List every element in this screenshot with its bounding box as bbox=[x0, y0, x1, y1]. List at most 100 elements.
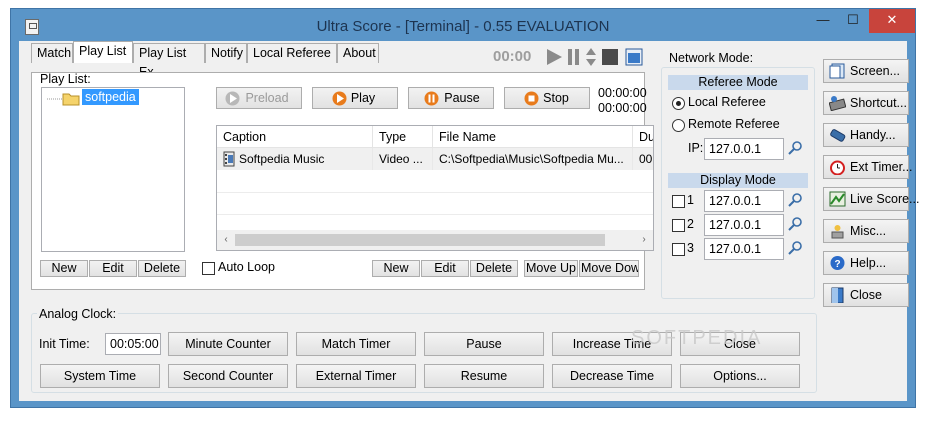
handy-button[interactable]: Handy... bbox=[823, 123, 909, 147]
search-icon[interactable] bbox=[788, 141, 802, 155]
display-2-checkbox[interactable] bbox=[672, 219, 685, 232]
tab-about[interactable]: About bbox=[337, 43, 379, 63]
display-1-ip-field[interactable]: 127.0.0.1 bbox=[704, 190, 784, 212]
display-2-ip-field[interactable]: 127.0.0.1 bbox=[704, 214, 784, 236]
cell-duration[interactable]: 00 bbox=[633, 148, 653, 170]
system-time-button[interactable]: System Time bbox=[40, 364, 160, 388]
stop-button[interactable]: Stop bbox=[504, 87, 590, 109]
live-score-icon bbox=[829, 191, 846, 207]
screen-button[interactable]: Screen... bbox=[823, 59, 909, 83]
close-label: Close bbox=[850, 288, 882, 302]
svg-text:?: ? bbox=[834, 259, 840, 270]
minimize-button[interactable]: — bbox=[809, 9, 837, 33]
live-score-button[interactable]: Live Score... bbox=[823, 187, 919, 211]
tab-play-list[interactable]: Play List bbox=[73, 41, 133, 63]
search-icon[interactable] bbox=[788, 217, 802, 231]
search-icon[interactable] bbox=[788, 241, 802, 255]
tree-edit-button[interactable]: Edit bbox=[89, 260, 137, 277]
cell-caption[interactable]: Softpedia Music bbox=[217, 148, 373, 170]
stop-icon[interactable] bbox=[601, 48, 619, 66]
grid-new-button[interactable]: New bbox=[372, 260, 420, 277]
remote-icon bbox=[830, 129, 846, 142]
pause-icon[interactable] bbox=[567, 48, 581, 66]
display-3-label: 3 bbox=[687, 241, 694, 255]
help-label: Help... bbox=[850, 256, 887, 270]
scroll-thumb[interactable] bbox=[235, 234, 605, 246]
remote-ip-field[interactable]: 127.0.0.1 bbox=[704, 138, 784, 160]
play-icon bbox=[332, 91, 347, 106]
remote-referee-radio[interactable] bbox=[672, 119, 685, 132]
init-time-field[interactable]: 00:05:00 bbox=[105, 333, 161, 355]
misc-button[interactable]: Misc... bbox=[823, 219, 909, 243]
column-caption[interactable]: Caption bbox=[217, 126, 373, 148]
cell-file-name[interactable]: C:\Softpedia\Music\Softpedia Mu... bbox=[433, 148, 633, 170]
remote-referee-label: Remote Referee bbox=[688, 117, 780, 131]
live-score-label: Live Score... bbox=[850, 192, 920, 206]
local-referee-label: Local Referee bbox=[688, 95, 766, 109]
search-icon[interactable] bbox=[788, 193, 802, 207]
time-total: 00:00:00 bbox=[598, 101, 647, 115]
help-button[interactable]: ? Help... bbox=[823, 251, 909, 275]
tab-play-list-ex[interactable]: Play List Ex bbox=[133, 43, 205, 79]
play-list-grid[interactable]: Caption Type File Name Du Softpedia Musi… bbox=[216, 125, 654, 251]
display-1-checkbox[interactable] bbox=[672, 195, 685, 208]
move-down-button[interactable]: Move Down bbox=[579, 260, 639, 277]
horizontal-scrollbar[interactable]: ‹ › bbox=[217, 230, 653, 250]
window-layout-icon[interactable] bbox=[625, 48, 643, 66]
tab-notify[interactable]: Notify bbox=[205, 43, 247, 63]
tab-local-referee[interactable]: Local Referee bbox=[247, 43, 337, 63]
display-mode-header: Display Mode bbox=[668, 173, 808, 188]
tree-item-softpedia[interactable]: softpedia bbox=[82, 89, 139, 105]
cell-type[interactable]: Video ... bbox=[373, 148, 433, 170]
column-duration[interactable]: Du bbox=[633, 126, 653, 148]
client-area: Match Play List Play List Ex Notify Loca… bbox=[19, 41, 919, 401]
pause-clock-button[interactable]: Pause bbox=[424, 332, 544, 356]
decrease-time-button[interactable]: Decrease Time bbox=[552, 364, 672, 388]
misc-label: Misc... bbox=[850, 224, 887, 238]
close-button[interactable]: Close bbox=[823, 283, 909, 307]
scroll-right-icon[interactable]: › bbox=[637, 232, 651, 248]
shortcut-button[interactable]: Shortcut... bbox=[823, 91, 909, 115]
display-3-ip-field[interactable]: 127.0.0.1 bbox=[704, 238, 784, 260]
move-up-button[interactable]: Move Up bbox=[524, 260, 578, 277]
column-file-name[interactable]: File Name bbox=[433, 126, 633, 148]
local-referee-radio[interactable] bbox=[672, 97, 685, 110]
play-list-tree[interactable]: softpedia bbox=[41, 87, 185, 252]
play-label: Play bbox=[350, 91, 376, 105]
options-button[interactable]: Options... bbox=[680, 364, 800, 388]
preload-button[interactable]: Preload bbox=[216, 87, 302, 109]
maximize-button[interactable]: ☐ bbox=[839, 9, 867, 33]
screen-icon bbox=[829, 63, 845, 79]
close-window-button[interactable]: ✕ bbox=[869, 9, 915, 33]
tree-new-button[interactable]: New bbox=[40, 260, 88, 277]
help-icon: ? bbox=[830, 256, 845, 270]
column-type[interactable]: Type bbox=[373, 126, 433, 148]
pause-icon bbox=[424, 91, 439, 106]
auto-loop-checkbox[interactable] bbox=[202, 262, 215, 275]
screen-label: Screen... bbox=[850, 64, 901, 78]
title-bar[interactable]: Ultra Score - [Terminal] - 0.55 EVALUATI… bbox=[11, 9, 915, 41]
pause-button[interactable]: Pause bbox=[408, 87, 494, 109]
auto-loop-label: Auto Loop bbox=[218, 260, 275, 274]
tree-delete-button[interactable]: Delete bbox=[138, 260, 186, 277]
ext-timer-button[interactable]: Ext Timer... bbox=[823, 155, 913, 179]
time-elapsed: 00:00:00 bbox=[598, 86, 647, 100]
row-divider bbox=[217, 192, 653, 193]
minute-counter-button[interactable]: Minute Counter bbox=[168, 332, 288, 356]
display-3-checkbox[interactable] bbox=[672, 243, 685, 256]
referee-mode-header: Referee Mode bbox=[668, 75, 808, 90]
scroll-left-icon[interactable]: ‹ bbox=[219, 232, 233, 248]
alarm-clock-icon bbox=[830, 160, 845, 175]
tab-match[interactable]: Match bbox=[31, 43, 73, 63]
resume-button[interactable]: Resume bbox=[424, 364, 544, 388]
film-icon bbox=[223, 151, 235, 167]
row-divider bbox=[217, 214, 653, 215]
external-timer-button[interactable]: External Timer bbox=[296, 364, 416, 388]
play-button[interactable]: Play bbox=[312, 87, 398, 109]
second-counter-button[interactable]: Second Counter bbox=[168, 364, 288, 388]
grid-delete-button[interactable]: Delete bbox=[470, 260, 518, 277]
match-timer-button[interactable]: Match Timer bbox=[296, 332, 416, 356]
grid-edit-button[interactable]: Edit bbox=[421, 260, 469, 277]
up-down-icon[interactable] bbox=[585, 47, 597, 67]
play-icon[interactable] bbox=[545, 48, 563, 66]
